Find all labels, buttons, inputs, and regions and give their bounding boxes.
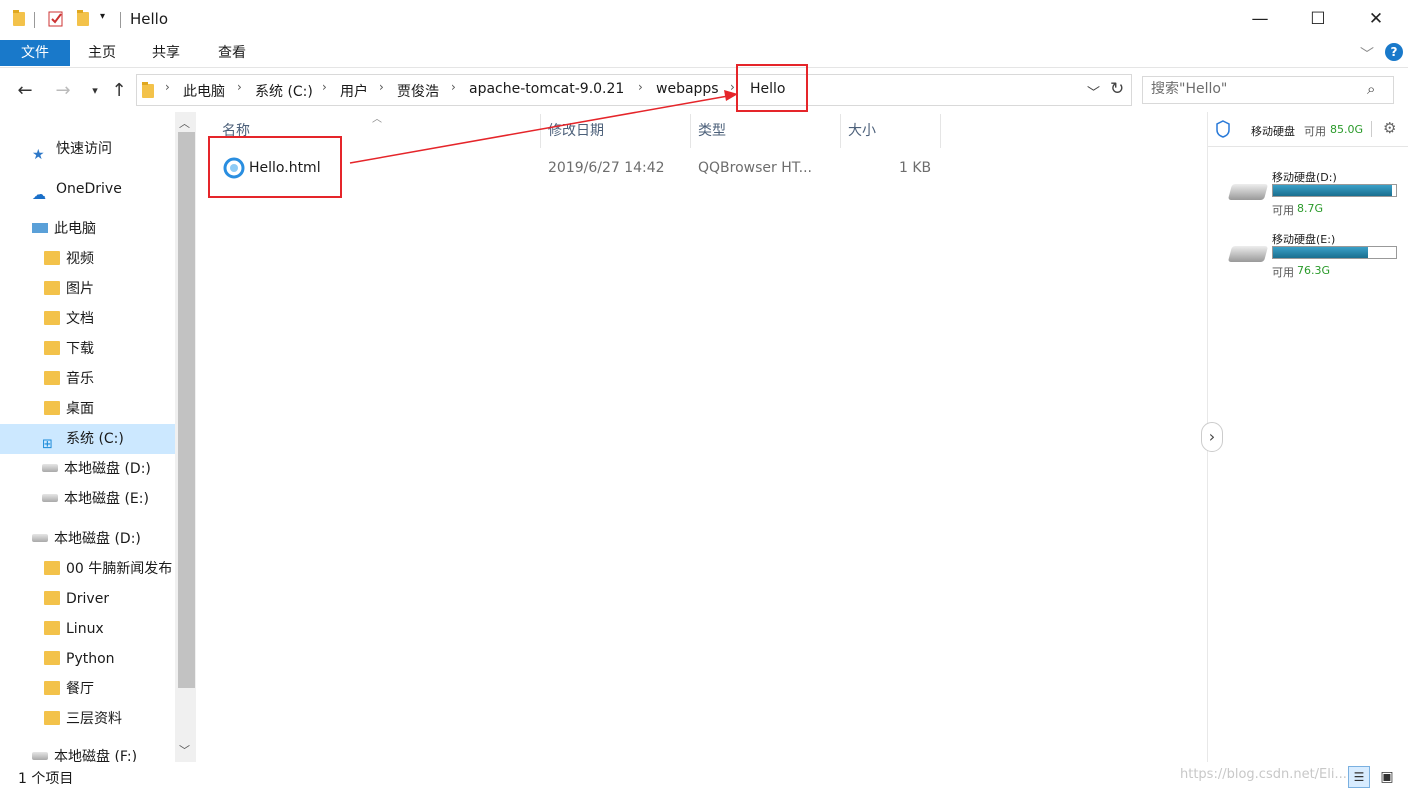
drive-pane-avail-label: 可用 [1304,125,1326,138]
drive-avail-label: 可用 [1272,266,1294,279]
gear-icon[interactable]: ⚙ [1383,119,1396,137]
hard-drive-icon [1227,184,1269,200]
drive-pane-avail: 85.0G [1330,123,1364,136]
drive-name: 移动硬盘(D:) [1272,171,1337,184]
drive-usage-fill [1273,247,1368,258]
drive-avail: 8.7G [1297,202,1324,215]
details-view-icon[interactable]: ☰ [1348,766,1370,788]
large-icons-view-icon[interactable]: ▣ [1376,766,1398,788]
annotation-arrow [349,90,738,164]
collapse-pane-button[interactable]: › [1201,422,1223,452]
drive-usage-bar [1272,246,1397,259]
drive-usage-bar [1272,184,1397,197]
hard-drive-icon [1227,246,1269,262]
drive-avail: 76.3G [1297,264,1331,277]
divider [1371,121,1372,137]
drive-name: 移动硬盘(E:) [1272,233,1336,246]
drive-avail-label: 可用 [1272,204,1294,217]
item-count: 1 个项目 [18,771,74,787]
drive-usage-fill [1273,185,1393,196]
watermark: https://blog.csdn.net/Eli... [1180,767,1347,782]
shield-icon [1216,120,1230,138]
drive-pane-header: 移动硬盘 [1251,125,1295,138]
divider [1208,146,1408,147]
